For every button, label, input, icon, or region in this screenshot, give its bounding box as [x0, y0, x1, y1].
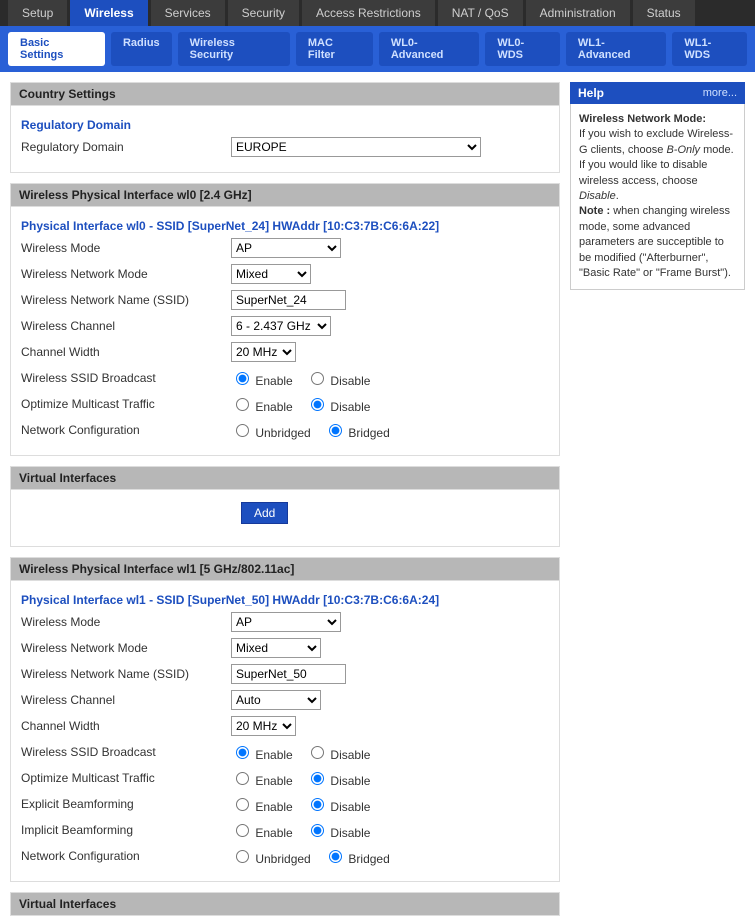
regulatory-domain-label: Regulatory Domain — [21, 140, 231, 154]
wl0-channel-label: Wireless Channel — [21, 319, 231, 333]
wl1-width-label: Channel Width — [21, 719, 231, 733]
help-text-1c: . — [616, 190, 619, 202]
wl0-netmode-select[interactable]: Mixed — [231, 264, 311, 284]
wl1-ssid-label: Wireless Network Name (SSID) — [21, 667, 231, 681]
wl0-mcast-label: Optimize Multicast Traffic — [21, 397, 231, 411]
wl1-ibf-enable-label: Enable — [255, 826, 292, 840]
wl0-bcast-enable[interactable] — [236, 372, 249, 385]
wl0-bcast-label: Wireless SSID Broadcast — [21, 371, 231, 385]
wl1-mcast-enable-label: Enable — [255, 774, 292, 788]
wl1-subtitle: Physical Interface wl1 - SSID [SuperNet_… — [21, 587, 549, 609]
section-country: Country Settings — [10, 82, 560, 106]
main-tab-setup[interactable]: Setup — [8, 0, 68, 26]
regulatory-domain-title: Regulatory Domain — [21, 112, 549, 134]
wl1-mcast-enable[interactable] — [236, 772, 249, 785]
sub-tab-wl1-wds[interactable]: WL1-WDS — [672, 32, 747, 66]
wl1-ibf-disable[interactable] — [311, 824, 324, 837]
main-tab-services[interactable]: Services — [151, 0, 226, 26]
wl1-mode-label: Wireless Mode — [21, 615, 231, 629]
wl1-netmode-select[interactable]: Mixed — [231, 638, 321, 658]
wl0-channel-select[interactable]: 6 - 2.437 GHz — [231, 316, 331, 336]
wl1-bcast-enable-label: Enable — [255, 748, 292, 762]
wl0-mode-select[interactable]: AP — [231, 238, 341, 258]
wl0-width-label: Channel Width — [21, 345, 231, 359]
main-tab-wireless[interactable]: Wireless — [70, 0, 148, 26]
wl1-netconf-unbridged-label: Unbridged — [255, 852, 310, 866]
wl0-mode-label: Wireless Mode — [21, 241, 231, 255]
wl0-mcast-enable[interactable] — [236, 398, 249, 411]
sub-tab-radius[interactable]: Radius — [111, 32, 172, 66]
add-virtual-wl0-button[interactable]: Add — [241, 502, 288, 524]
wl0-netconf-unbridged[interactable] — [236, 424, 249, 437]
regulatory-domain-select[interactable]: EUROPE — [231, 137, 481, 157]
sub-tab-wireless-security[interactable]: Wireless Security — [178, 32, 290, 66]
section-wl0: Wireless Physical Interface wl0 [2.4 GHz… — [10, 183, 560, 207]
section-virtual2: Virtual Interfaces — [10, 892, 560, 916]
wl0-mcast-disable[interactable] — [311, 398, 324, 411]
wl1-netconf-unbridged[interactable] — [236, 850, 249, 863]
wl1-netconf-bridged[interactable] — [329, 850, 342, 863]
wl1-mode-select[interactable]: AP — [231, 612, 341, 632]
wl0-mcast-enable-label: Enable — [255, 400, 292, 414]
wl1-ebf-enable-label: Enable — [255, 800, 292, 814]
wl0-bcast-enable-label: Enable — [255, 374, 292, 388]
wl1-bcast-label: Wireless SSID Broadcast — [21, 745, 231, 759]
wl1-ebf-disable-label: Disable — [330, 800, 370, 814]
wl0-mcast-disable-label: Disable — [330, 400, 370, 414]
wl0-netconf-unbridged-label: Unbridged — [255, 426, 310, 440]
wl1-ebf-disable[interactable] — [311, 798, 324, 811]
wl1-netconf-label: Network Configuration — [21, 849, 231, 863]
wl1-ebf-enable[interactable] — [236, 798, 249, 811]
sub-tabs: Basic SettingsRadiusWireless SecurityMAC… — [0, 26, 755, 72]
wl1-ibf-enable[interactable] — [236, 824, 249, 837]
wl1-bcast-disable-label: Disable — [330, 748, 370, 762]
wl0-ssid-label: Wireless Network Name (SSID) — [21, 293, 231, 307]
wl1-mcast-label: Optimize Multicast Traffic — [21, 771, 231, 785]
help-title: Help — [578, 86, 604, 100]
sub-tab-basic-settings[interactable]: Basic Settings — [8, 32, 105, 66]
wl1-ebf-label: Explicit Beamforming — [21, 797, 231, 811]
help-heading: Wireless Network Mode: — [579, 113, 706, 125]
wl1-bcast-enable[interactable] — [236, 746, 249, 759]
sub-tab-wl0-advanced[interactable]: WL0-Advanced — [379, 32, 480, 66]
sub-tab-wl1-advanced[interactable]: WL1-Advanced — [566, 32, 667, 66]
wl0-netmode-label: Wireless Network Mode — [21, 267, 231, 281]
wl0-width-select[interactable]: 20 MHz — [231, 342, 296, 362]
main-tab-status[interactable]: Status — [633, 0, 696, 26]
main-tab-administration[interactable]: Administration — [526, 0, 631, 26]
main-tab-security[interactable]: Security — [228, 0, 300, 26]
help-more-link[interactable]: more... — [703, 87, 737, 99]
wl1-ibf-label: Implicit Beamforming — [21, 823, 231, 837]
wl1-ssid-input[interactable] — [231, 664, 346, 684]
wl1-netmode-label: Wireless Network Mode — [21, 641, 231, 655]
help-italic-2: Disable — [579, 190, 616, 202]
help-italic-1: B-Only — [666, 144, 700, 156]
help-body: Wireless Network Mode: If you wish to ex… — [570, 104, 745, 290]
wl1-bcast-disable[interactable] — [311, 746, 324, 759]
sub-tab-mac-filter[interactable]: MAC Filter — [296, 32, 373, 66]
wl0-netconf-label: Network Configuration — [21, 423, 231, 437]
section-virtual1: Virtual Interfaces — [10, 466, 560, 490]
sub-tab-wl0-wds[interactable]: WL0-WDS — [485, 32, 560, 66]
wl1-channel-label: Wireless Channel — [21, 693, 231, 707]
wl0-netconf-bridged[interactable] — [329, 424, 342, 437]
wl1-width-select[interactable]: 20 MHz — [231, 716, 296, 736]
wl0-ssid-input[interactable] — [231, 290, 346, 310]
wl0-bcast-disable-label: Disable — [330, 374, 370, 388]
wl0-netconf-bridged-label: Bridged — [348, 426, 389, 440]
main-tab-nat-qos[interactable]: NAT / QoS — [438, 0, 524, 26]
help-header: Help more... — [570, 82, 745, 104]
wl1-ibf-disable-label: Disable — [330, 826, 370, 840]
main-tabs: SetupWirelessServicesSecurityAccess Rest… — [0, 0, 755, 26]
wl0-subtitle: Physical Interface wl0 - SSID [SuperNet_… — [21, 213, 549, 235]
wl1-channel-select[interactable]: Auto — [231, 690, 321, 710]
help-note-label: Note : — [579, 205, 613, 217]
wl0-bcast-disable[interactable] — [311, 372, 324, 385]
wl1-mcast-disable-label: Disable — [330, 774, 370, 788]
wl1-mcast-disable[interactable] — [311, 772, 324, 785]
wl1-netconf-bridged-label: Bridged — [348, 852, 389, 866]
main-tab-access-restrictions[interactable]: Access Restrictions — [302, 0, 436, 26]
section-wl1: Wireless Physical Interface wl1 [5 GHz/8… — [10, 557, 560, 581]
